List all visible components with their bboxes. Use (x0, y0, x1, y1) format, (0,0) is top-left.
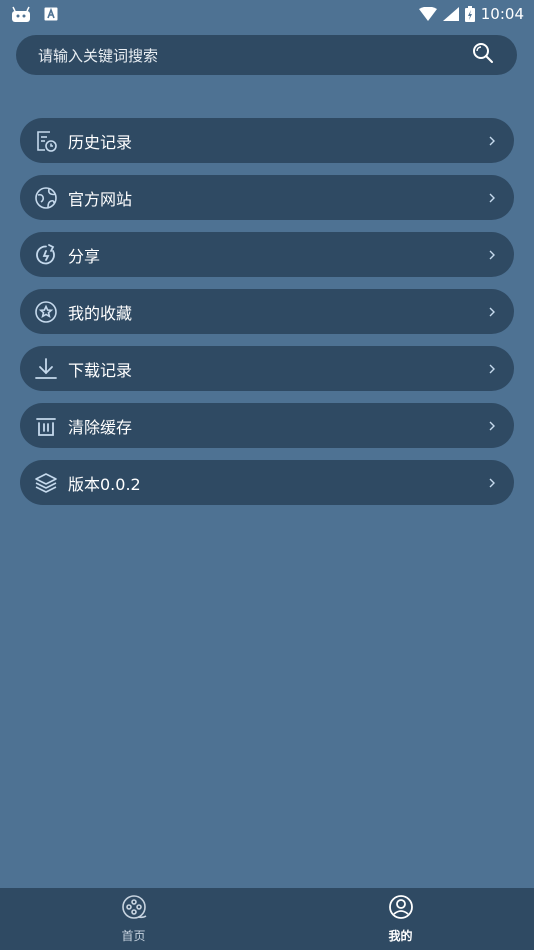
notification-a-icon (44, 7, 58, 21)
signal-icon (442, 7, 459, 21)
chevron-right-icon (486, 249, 498, 261)
status-left (10, 5, 58, 23)
menu-item-share[interactable]: 分享 (20, 232, 514, 277)
menu-item-label: 版本0.0.2 (68, 474, 141, 494)
search-icon[interactable] (471, 41, 495, 69)
battery-charging-icon (464, 6, 475, 22)
android-robot-icon (10, 5, 32, 23)
chevron-right-icon (486, 192, 498, 204)
status-bar: 10:04 (0, 0, 534, 28)
menu-item-version[interactable]: 版本0.0.2 (20, 460, 514, 505)
settings-menu: 历史记录 官方网站 分享 我的收藏 下载记录 清除缓存 版本0.0.2 (20, 118, 514, 517)
film-reel-icon (121, 894, 147, 924)
chevron-right-icon (486, 420, 498, 432)
search-input[interactable]: 请输入关键词搜索 (38, 45, 158, 66)
chevron-right-icon (486, 477, 498, 489)
screen: 10:04 请输入关键词搜索 历史记录 官方网站 分享 我的收藏 下载记录 清除… (0, 0, 534, 950)
download-icon (34, 357, 58, 381)
tab-mine-label: 我的 (388, 929, 413, 943)
menu-item-label: 分享 (68, 246, 101, 266)
menu-item-label: 清除缓存 (68, 417, 133, 437)
star-icon (34, 300, 58, 324)
menu-item-downloads[interactable]: 下载记录 (20, 346, 514, 391)
chevron-right-icon (486, 363, 498, 375)
menu-item-website[interactable]: 官方网站 (20, 175, 514, 220)
search-bar[interactable]: 请输入关键词搜索 (16, 35, 517, 75)
menu-item-label: 历史记录 (68, 132, 133, 152)
bottom-nav: 首页 我的 (0, 888, 534, 950)
tab-mine[interactable]: 我的 (267, 888, 534, 950)
globe-icon (34, 186, 58, 210)
menu-item-label: 官方网站 (68, 189, 133, 209)
menu-item-favorites[interactable]: 我的收藏 (20, 289, 514, 334)
menu-item-clear-cache[interactable]: 清除缓存 (20, 403, 514, 448)
chevron-right-icon (486, 135, 498, 147)
menu-item-label: 下载记录 (68, 360, 133, 380)
menu-item-label: 我的收藏 (68, 303, 133, 323)
chevron-right-icon (486, 306, 498, 318)
layers-icon (34, 471, 58, 495)
user-icon (388, 894, 414, 924)
status-time: 10:04 (480, 5, 524, 23)
history-icon (34, 129, 58, 153)
status-right: 10:04 (418, 5, 524, 23)
share-icon (34, 243, 58, 267)
tab-home[interactable]: 首页 (0, 888, 267, 950)
trash-icon (34, 414, 58, 438)
tab-home-label: 首页 (121, 929, 146, 943)
wifi-icon (418, 7, 437, 21)
menu-item-history[interactable]: 历史记录 (20, 118, 514, 163)
